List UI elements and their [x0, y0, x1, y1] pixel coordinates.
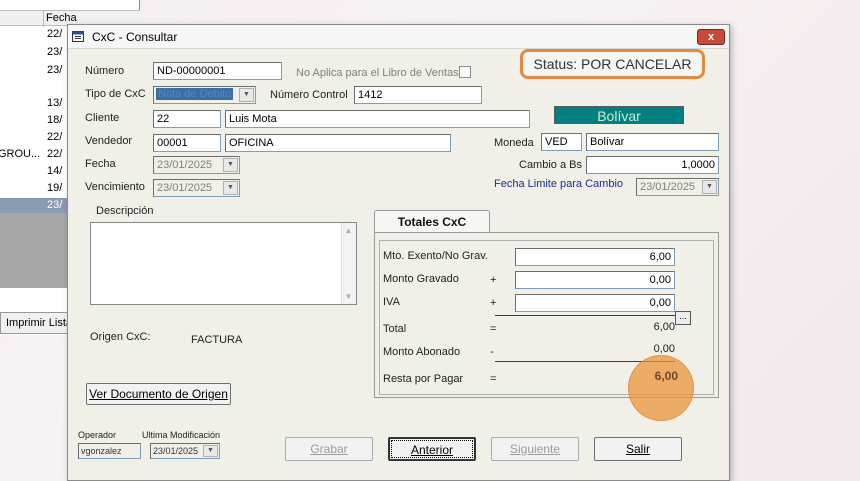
numero-label: Número: [85, 65, 125, 77]
highlight-circle: [628, 355, 694, 421]
moneda-label: Moneda: [494, 137, 534, 149]
abonado-sign: -: [490, 346, 494, 358]
operador-label: Operador: [78, 430, 117, 440]
tipo-cxc-value: Nota de Debito: [156, 88, 234, 100]
salir-button[interactable]: Salir: [594, 437, 682, 461]
gravado-field[interactable]: 0,00: [515, 271, 675, 289]
fecha-label: Fecha: [85, 158, 116, 170]
resta-label: Resta por Pagar: [383, 373, 464, 385]
cliente-code-field[interactable]: 22: [153, 110, 221, 128]
ver-documento-button[interactable]: Ver Documento de Origen: [86, 383, 231, 405]
ellipsis-button[interactable]: ...: [675, 311, 691, 325]
resta-value: 6,00: [654, 369, 678, 383]
vencimiento-label: Vencimiento: [85, 181, 145, 193]
descripcion-label: Descripción: [96, 205, 154, 217]
operador-field: vgonzalez: [78, 443, 141, 459]
list-cell: 22/: [47, 28, 63, 40]
window-icon: [72, 31, 84, 42]
cambio-label: Cambio a Bs: [519, 159, 582, 171]
list-cell: 23/: [47, 199, 63, 211]
scroll-down-icon[interactable]: ▼: [342, 292, 355, 301]
cambio-field[interactable]: 1,0000: [586, 156, 719, 174]
fecha-value: 23/01/2025: [157, 159, 213, 171]
vencimiento-value: 23/01/2025: [157, 182, 213, 194]
separator-line: [495, 315, 675, 316]
column-divider: [43, 11, 44, 27]
iva-sign: +: [490, 297, 497, 309]
list-cell: 13/: [47, 97, 63, 109]
origen-value: FACTURA: [191, 334, 243, 346]
abonado-label: Monto Abonado: [383, 346, 461, 358]
list-cell: 23/: [47, 64, 63, 76]
siguiente-button[interactable]: Siguiente: [491, 437, 579, 461]
ver-documento-label: Ver Documento de Origen: [89, 387, 228, 401]
vendedor-code-field[interactable]: 00001: [153, 134, 221, 152]
currency-banner: Bolívar: [554, 106, 684, 124]
anterior-button[interactable]: Anterior: [388, 437, 476, 461]
no-aplica-label: No Aplica para el Libro de Ventas: [296, 67, 459, 79]
salir-label: Salir: [625, 442, 650, 456]
cxc-consultar-dialog: CxC - Consultar x Número ND-00000001 No …: [67, 24, 730, 481]
window-title: CxC - Consultar: [92, 30, 178, 44]
descripcion-textarea[interactable]: ▲ ▼: [90, 222, 357, 305]
gravado-sign: +: [490, 274, 497, 286]
calendar-dropdown-icon[interactable]: ▼: [702, 180, 717, 194]
exento-label: Mto. Exento/No Grav.: [383, 250, 488, 262]
cliente-name-field[interactable]: Luis Mota: [225, 110, 530, 128]
abonado-value: 0,00: [653, 343, 675, 355]
ultima-modificacion-value: 23/01/2025: [153, 446, 199, 456]
grabar-label: Grabar: [310, 442, 348, 456]
ultima-modificacion-field: 23/01/2025 ▼: [150, 443, 220, 459]
tipo-cxc-select[interactable]: Nota de Debito ▼: [153, 86, 256, 104]
fecha-field[interactable]: 23/01/2025 ▼: [153, 156, 240, 174]
calendar-dropdown-icon[interactable]: ▼: [223, 158, 238, 172]
no-aplica-checkbox[interactable]: [459, 66, 471, 78]
vendedor-label: Vendedor: [85, 135, 133, 147]
vencimiento-field[interactable]: 23/01/2025 ▼: [153, 179, 240, 197]
calendar-dropdown-icon[interactable]: ▼: [203, 445, 218, 457]
list-cell: 18/: [47, 114, 63, 126]
siguiente-label: Siguiente: [509, 442, 561, 456]
calendar-dropdown-icon[interactable]: ▼: [223, 181, 238, 195]
fecha-limite-label: Fecha Limite para Cambio: [494, 178, 624, 190]
list-cell: 23/: [47, 46, 63, 58]
vendedor-name-field[interactable]: OFICINA: [225, 134, 451, 152]
anterior-label: Anterior: [410, 443, 454, 457]
gravado-label: Monto Gravado: [383, 273, 459, 285]
list-cell: GROU...: [0, 148, 41, 160]
scrollbar[interactable]: ▲ ▼: [341, 223, 356, 304]
tipo-cxc-label: Tipo de CxC: [85, 88, 146, 100]
list-cell: 22/: [47, 131, 63, 143]
iva-field[interactable]: 0,00: [515, 294, 675, 312]
total-value: 6,00: [653, 321, 675, 333]
numero-control-field[interactable]: 1412: [354, 86, 482, 104]
moneda-name-field[interactable]: Bolívar: [586, 133, 719, 151]
chevron-down-icon[interactable]: ▼: [239, 88, 254, 102]
total-sign: =: [490, 323, 497, 335]
origen-label: Origen CxC:: [90, 331, 151, 343]
numero-control-label: Número Control: [270, 89, 348, 101]
list-cell: 22/: [47, 148, 63, 160]
list-cell: 19/: [47, 182, 63, 194]
fecha-limite-value: 23/01/2025: [640, 181, 696, 193]
moneda-code-field[interactable]: VED: [541, 133, 582, 151]
title-bar[interactable]: CxC - Consultar x: [68, 25, 729, 49]
cliente-label: Cliente: [85, 112, 120, 124]
grabar-button[interactable]: Grabar: [285, 437, 373, 461]
iva-label: IVA: [383, 296, 400, 308]
tab-totales-cxc[interactable]: Totales CxC: [374, 210, 490, 234]
list-cell: 14/: [47, 165, 63, 177]
resta-sign: =: [490, 373, 497, 385]
ultima-modificacion-label: Ultima Modificación: [142, 430, 221, 440]
column-header-fecha[interactable]: Fecha: [46, 12, 77, 24]
status-badge: Status: POR CANCELAR: [520, 49, 705, 79]
fecha-limite-field[interactable]: 23/01/2025 ▼: [636, 178, 719, 196]
total-label: Total: [383, 323, 407, 335]
close-button[interactable]: x: [697, 29, 725, 45]
numero-field[interactable]: ND-00000001: [153, 62, 282, 80]
print-list-button[interactable]: Imprimir Lista: [0, 312, 70, 334]
scroll-up-icon[interactable]: ▲: [342, 226, 355, 235]
exento-field[interactable]: 6,00: [515, 248, 675, 266]
